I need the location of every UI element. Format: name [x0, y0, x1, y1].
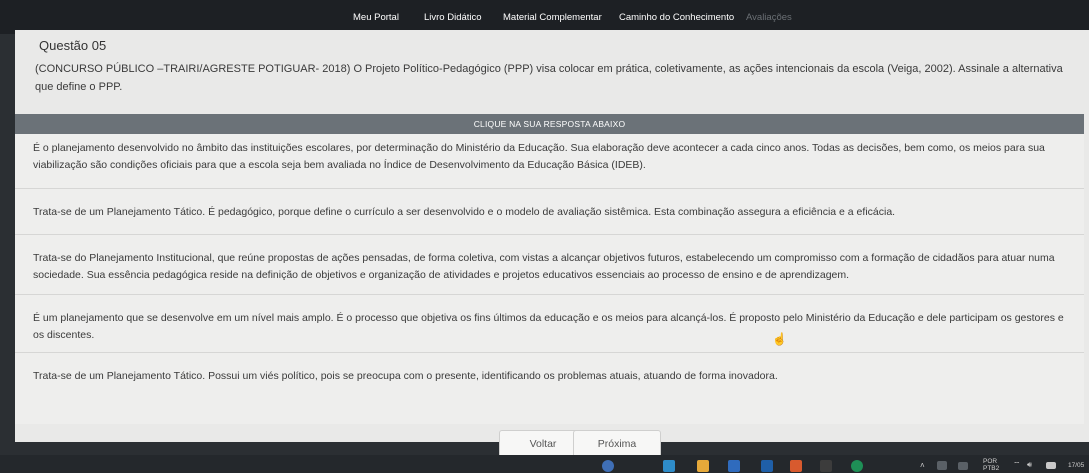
answer-options-panel: CLIQUE NA SUA RESPOSTA ABAIXO É o planej… — [15, 114, 1084, 424]
volume-icon[interactable]: 🔊︎ — [1027, 461, 1032, 469]
nav-item-meu-portal[interactable]: Meu Portal — [353, 12, 399, 23]
folder-icon[interactable] — [697, 460, 709, 472]
option-divider — [15, 294, 1084, 295]
nav-item-material-complementar[interactable]: Material Complementar — [503, 12, 602, 23]
next-button[interactable]: Próxima — [573, 430, 661, 458]
nav-item-caminho-do-conhecimento[interactable]: Caminho do Conhecimento — [619, 12, 734, 23]
browser-icon[interactable] — [851, 460, 863, 472]
answer-header: CLIQUE NA SUA RESPOSTA ABAIXO — [15, 114, 1084, 134]
answer-option-e[interactable]: Trata-se de um Planejamento Tático. Poss… — [33, 368, 1073, 385]
option-divider — [15, 352, 1084, 353]
question-statement: (CONCURSO PÚBLICO –TRAIRI/AGRESTE POTIGU… — [35, 63, 1063, 93]
language-indicator[interactable]: POR — [983, 458, 997, 465]
answer-option-a[interactable]: É o planejamento desenvolvido no âmbito … — [33, 140, 1073, 174]
nav-item-livro-didatico[interactable]: Livro Didático — [424, 12, 482, 23]
powerpoint-icon[interactable] — [790, 460, 802, 472]
question-title: Questão 05 — [39, 38, 107, 53]
battery-icon[interactable] — [1046, 462, 1056, 469]
tray-chevron-up-icon[interactable]: ˄ — [920, 462, 925, 470]
chrome-icon[interactable] — [602, 460, 614, 472]
question-panel: Questão 05 (CONCURSO PÚBLICO –TRAIRI/AGR… — [15, 30, 1089, 458]
wifi-icon[interactable]: ⌔ — [1013, 461, 1021, 469]
answer-option-c[interactable]: Trata-se do Planejamento Institucional, … — [33, 250, 1073, 284]
top-navigation-bar: Meu Portal Livro Didático Material Compl… — [0, 0, 1089, 34]
answer-option-b[interactable]: Trata-se de um Planejamento Tático. É pe… — [33, 204, 1073, 221]
os-taskbar: ˄ POR PTB2 ⌔ 🔊︎ 17/05 — [0, 455, 1089, 473]
hand-cursor-icon: ☝ — [772, 332, 787, 346]
keyboard-icon[interactable] — [958, 462, 968, 470]
clock-date[interactable]: 17/05 — [1068, 462, 1084, 469]
option-divider — [15, 188, 1084, 189]
option-divider — [15, 234, 1084, 235]
terminal-icon[interactable] — [820, 460, 832, 472]
network-icon[interactable] — [937, 461, 947, 470]
language-layout[interactable]: PTB2 — [983, 465, 999, 472]
edge-icon[interactable] — [663, 460, 675, 472]
nav-item-avaliacoes[interactable]: Avaliações — [746, 12, 792, 23]
answer-option-d[interactable]: É um planejamento que se desenvolve em u… — [33, 310, 1073, 344]
app-icon[interactable] — [761, 460, 773, 472]
word-icon[interactable] — [728, 460, 740, 472]
